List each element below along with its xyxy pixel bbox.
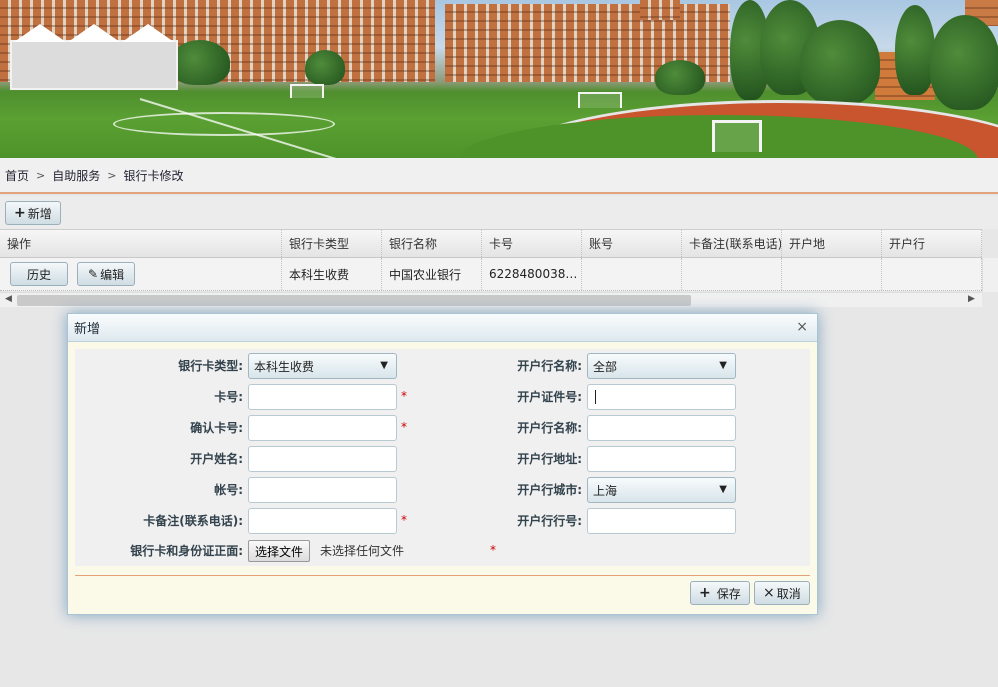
id-number-input[interactable] <box>587 384 736 410</box>
actions-cell: 历史 ✎ 编辑 <box>0 258 282 290</box>
save-button[interactable]: + 保存 <box>690 581 750 605</box>
dropdown-arrow-icon: ▼ <box>719 484 727 495</box>
breadcrumb-current: 银行卡修改 <box>123 168 184 183</box>
breadcrumb-home[interactable]: 首页 <box>5 167 29 184</box>
column-header: 开户地 <box>782 230 882 257</box>
column-header: 开户行 <box>882 230 982 257</box>
card-type-cell: 本科生收费 <box>282 258 382 290</box>
card-type-select[interactable]: 本科生收费 ▼ <box>248 353 397 379</box>
breadcrumb: 首页 > 自助服务 > 银行卡修改 <box>0 158 998 194</box>
account-input[interactable] <box>248 477 397 503</box>
dialog-title: 新增 <box>74 322 101 337</box>
add-button-label: 新增 <box>27 206 52 221</box>
table-row[interactable]: 历史 ✎ 编辑 本科生收费 中国农业银行 62284800381... <box>0 258 982 291</box>
dropdown-arrow-icon: ▼ <box>380 360 388 371</box>
required-mark: * <box>401 513 407 527</box>
pencil-icon: ✎ <box>88 267 99 281</box>
text-caret <box>595 390 596 404</box>
column-header: 卡备注(联系电话) <box>682 230 782 257</box>
branch-name-select-value: 全部 <box>593 359 618 374</box>
campus-banner-image <box>0 0 998 158</box>
cancel-button-label: 取消 <box>776 586 801 601</box>
file-status-text: 未选择任何文件 <box>320 544 405 558</box>
branch-cell <box>882 258 982 290</box>
card-number-label: 卡号: <box>214 390 243 404</box>
branch-city-label: 开户行城市: <box>517 483 582 497</box>
horizontal-scrollbar[interactable]: ◀ ▶ <box>0 292 982 307</box>
dropdown-arrow-icon: ▼ <box>719 360 727 371</box>
location-cell <box>782 258 882 290</box>
breadcrumb-self-service[interactable]: 自助服务 <box>52 167 100 184</box>
add-dialog: 新增 × 银行卡类型: 卡号: 确认卡号: 开户姓名: 帐号: 卡备注(联系电话… <box>67 313 818 615</box>
dialog-titlebar: 新增 × <box>68 314 817 342</box>
required-mark: * <box>490 543 496 557</box>
close-icon: × <box>763 585 775 601</box>
card-type-label: 银行卡类型: <box>178 359 243 373</box>
plus-icon: + <box>699 585 711 601</box>
branch-address-input[interactable] <box>587 446 736 472</box>
chevron-right-icon: > <box>107 168 117 182</box>
vertical-scrollbar[interactable] <box>982 258 998 292</box>
required-mark: * <box>401 389 407 403</box>
card-number-cell: 62284800381... <box>482 258 582 290</box>
scroll-left-arrow-icon[interactable]: ◀ <box>5 294 12 304</box>
table-header: 操作 银行卡类型 银行名称 卡号 账号 卡备注(联系电话) 开户地 开户行 <box>0 229 982 258</box>
holder-name-label: 开户姓名: <box>190 452 243 466</box>
remark-cell <box>682 258 782 290</box>
account-cell <box>582 258 682 290</box>
card-type-select-value: 本科生收费 <box>254 359 315 374</box>
edit-button[interactable]: ✎ 编辑 <box>77 262 136 286</box>
scroll-thumb[interactable] <box>17 295 691 306</box>
column-header: 卡号 <box>482 230 582 257</box>
id-upload-label: 银行卡和身份证正面: <box>130 544 243 558</box>
chevron-right-icon: > <box>36 168 46 182</box>
confirm-card-number-input[interactable] <box>248 415 397 441</box>
column-header: 操作 <box>0 230 282 257</box>
column-header: 银行卡类型 <box>282 230 382 257</box>
card-number-input[interactable] <box>248 384 397 410</box>
branch-city-select-value: 上海 <box>593 483 618 498</box>
card-remark-input[interactable] <box>248 508 397 534</box>
bank-card-table: 操作 银行卡类型 银行名称 卡号 账号 卡备注(联系电话) 开户地 开户行 历史… <box>0 229 998 309</box>
branch-name-select[interactable]: 全部 ▼ <box>587 353 736 379</box>
edit-button-label: 编辑 <box>100 267 125 282</box>
bank-name-cell: 中国农业银行 <box>382 258 482 290</box>
dialog-form: 银行卡类型: 卡号: 确认卡号: 开户姓名: 帐号: 卡备注(联系电话): 银行… <box>75 349 810 566</box>
card-remark-label: 卡备注(联系电话): <box>143 514 243 528</box>
branch-name-input[interactable] <box>587 415 736 441</box>
branch-code-input[interactable] <box>587 508 736 534</box>
confirm-card-number-label: 确认卡号: <box>190 421 243 435</box>
id-number-label: 开户证件号: <box>517 390 582 404</box>
branch-name-text-label: 开户行名称: <box>517 421 582 435</box>
branch-code-label: 开户行行号: <box>517 514 582 528</box>
save-button-label: 保存 <box>716 586 741 601</box>
cancel-button[interactable]: × 取消 <box>754 581 810 605</box>
holder-name-input[interactable] <box>248 446 397 472</box>
required-mark: * <box>401 420 407 434</box>
scroll-right-arrow-icon[interactable]: ▶ <box>968 294 975 304</box>
column-header: 账号 <box>582 230 682 257</box>
close-icon[interactable]: × <box>796 319 808 335</box>
add-button[interactable]: + 新增 <box>5 201 61 225</box>
plus-icon: + <box>14 205 26 221</box>
branch-city-select[interactable]: 上海 ▼ <box>587 477 736 503</box>
toolbar: + 新增 <box>0 196 998 230</box>
column-header: 银行名称 <box>382 230 482 257</box>
choose-file-button[interactable]: 选择文件 <box>248 540 311 562</box>
branch-name-label: 开户行名称: <box>517 359 582 373</box>
account-label: 帐号: <box>214 483 243 497</box>
dialog-footer-divider <box>75 575 810 576</box>
history-button[interactable]: 历史 <box>10 262 69 286</box>
branch-address-label: 开户行地址: <box>517 452 582 466</box>
card-number-text: 62284800381... <box>489 267 581 281</box>
